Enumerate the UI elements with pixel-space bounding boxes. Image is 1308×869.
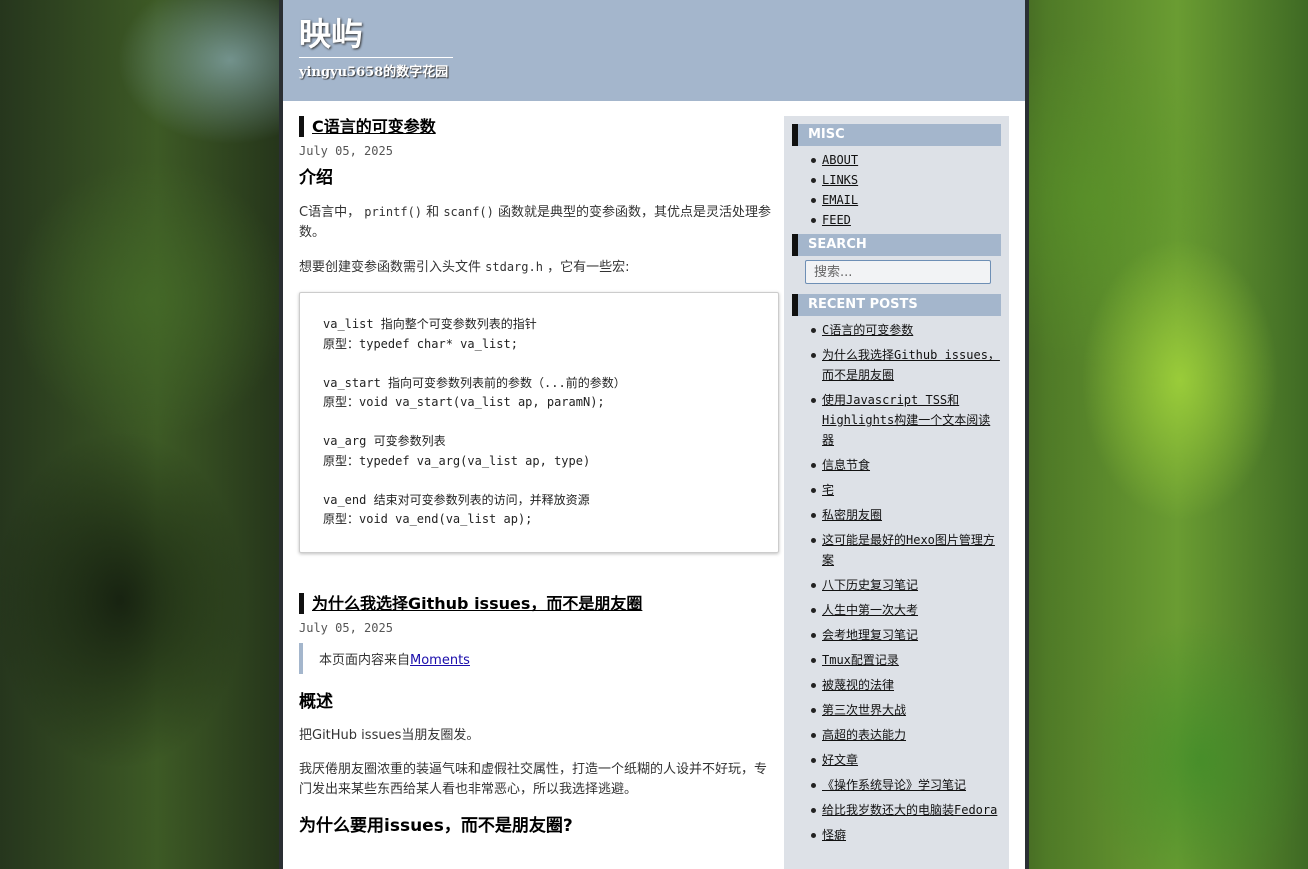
section-heading: 为什么要用issues，而不是朋友圈? [299, 816, 573, 836]
quote-text: 本页面内容来自 [319, 653, 411, 668]
list-item: 信息节食 [806, 455, 1001, 475]
paragraph: 想要创建变参函数需引入头文件 stdarg.h ，它有一些宏: [299, 257, 779, 278]
paragraph: 把GitHub issues当朋友圈发。 [299, 728, 480, 743]
code-line: 原型：void va_end(va_list ap); [323, 512, 533, 526]
list-item: 这可能是最好的Hexo图片管理方案 [806, 530, 1001, 570]
list-item: 宅 [806, 480, 1001, 500]
post-c-variadic: C语言的可变参数 July 05, 2025 介绍 C语言中， printf()… [299, 116, 779, 553]
list-item: 第三次世界大战 [806, 700, 1001, 720]
misc-link-email[interactable]: EMAIL [822, 193, 858, 207]
page-container: 映屿 yingyu5658的数字花园 C语言的可变参数 July 05, 202… [283, 0, 1025, 869]
search-input[interactable] [805, 260, 991, 284]
list-item: 会考地理复习笔记 [806, 625, 1001, 645]
misc-link-about[interactable]: ABOUT [822, 153, 858, 167]
code-line: 原型：void va_start(va_list ap, paramN); [323, 395, 605, 409]
paragraph: 我厌倦朋友圈浓重的装逼气味和虚假社交属性，打造一个纸糊的人设并不好玩，专门发出来… [299, 762, 768, 797]
section-heading: 概述 [299, 692, 333, 712]
recent-post-link[interactable]: 使用Javascript TSS和Highlights构建一个文本阅读器 [822, 393, 990, 447]
recent-post-link[interactable]: 信息节食 [822, 458, 870, 472]
post-github-issues: 为什么我选择Github issues，而不是朋友圈 July 05, 2025… [299, 593, 779, 838]
code-block[interactable]: va_list 指向整个可变参数列表的指针 原型：typedef char* v… [299, 292, 779, 553]
list-item: 为什么我选择Github issues，而不是朋友圈 [806, 345, 1001, 385]
recent-post-link[interactable]: 好文章 [822, 753, 858, 767]
title-divider [299, 57, 453, 58]
list-item: 怪癖 [806, 825, 1001, 845]
sidebar: MISC ABOUT LINKS EMAIL FEED SEARCH RECEN… [784, 116, 1009, 869]
recent-post-link[interactable]: 高超的表达能力 [822, 728, 906, 742]
code-line: va_arg 可变参数列表 [323, 434, 446, 448]
recent-post-link[interactable]: 第三次世界大战 [822, 703, 906, 717]
misc-item: LINKS [806, 170, 1001, 190]
misc-link-feed[interactable]: FEED [822, 213, 851, 227]
list-item: 给比我岁数还大的电脑装Fedora [806, 800, 1001, 820]
site-subtitle: yingyu5658的数字花园 [299, 65, 449, 80]
recent-post-link[interactable]: 给比我岁数还大的电脑装Fedora [822, 803, 997, 817]
inline-code: scanf() [443, 205, 494, 219]
text: C语言中， [299, 205, 361, 220]
recent-posts-heading: RECENT POSTS [792, 294, 1001, 316]
misc-link-links[interactable]: LINKS [822, 173, 858, 187]
list-item: 八下历史复习笔记 [806, 575, 1001, 595]
inline-code: stdarg.h [485, 260, 543, 274]
recent-post-link[interactable]: 私密朋友圈 [822, 508, 882, 522]
post-title[interactable]: 为什么我选择Github issues，而不是朋友圈 [299, 593, 779, 614]
list-item: 好文章 [806, 750, 1001, 770]
list-item: 使用Javascript TSS和Highlights构建一个文本阅读器 [806, 390, 1001, 450]
recent-post-link[interactable]: 这可能是最好的Hexo图片管理方案 [822, 533, 995, 567]
recent-post-link[interactable]: 宅 [822, 483, 834, 497]
misc-list: ABOUT LINKS EMAIL FEED [792, 150, 1001, 230]
recent-post-link[interactable]: 《操作系统导论》学习笔记 [822, 778, 966, 792]
misc-item: EMAIL [806, 190, 1001, 210]
paragraph: C语言中， printf() 和 scanf() 函数就是典型的变参函数，其优点… [299, 202, 779, 243]
section-heading: 介绍 [299, 168, 333, 188]
inline-code: printf() [364, 205, 423, 219]
list-item: 人生中第一次大考 [806, 600, 1001, 620]
recent-post-link[interactable]: C语言的可变参数 [822, 323, 913, 337]
code-line: va_list 指向整个可变参数列表的指针 [323, 317, 537, 331]
text: 和 [426, 205, 440, 220]
recent-post-link[interactable]: 怪癖 [822, 828, 846, 842]
recent-post-link[interactable]: 会考地理复习笔记 [822, 628, 918, 642]
code-line: 原型：typedef va_arg(va_list ap, type) [323, 453, 591, 468]
list-item: C语言的可变参数 [806, 320, 1001, 340]
blockquote: 本页面内容来自Moments [299, 643, 779, 674]
recent-post-link[interactable]: Tmux配置记录 [822, 653, 899, 667]
main-content: C语言的可变参数 July 05, 2025 介绍 C语言中， printf()… [299, 116, 779, 850]
list-item: 被蔑视的法律 [806, 675, 1001, 695]
site-title[interactable]: 映屿 [299, 14, 1025, 54]
moments-link[interactable]: Moments [410, 653, 470, 668]
recent-post-link[interactable]: 人生中第一次大考 [822, 603, 918, 617]
misc-item: FEED [806, 210, 1001, 230]
recent-posts-list: C语言的可变参数 为什么我选择Github issues，而不是朋友圈 使用Ja… [792, 320, 1001, 845]
recent-post-link[interactable]: 为什么我选择Github issues，而不是朋友圈 [822, 348, 1000, 382]
code-line: 原型：typedef char* va_list; [323, 336, 518, 351]
misc-heading: MISC [792, 124, 1001, 146]
list-item: 《操作系统导论》学习笔记 [806, 775, 1001, 795]
list-item: 私密朋友圈 [806, 505, 1001, 525]
list-item: 高超的表达能力 [806, 725, 1001, 745]
recent-post-link[interactable]: 被蔑视的法律 [822, 678, 894, 692]
text: 想要创建变参函数需引入头文件 [299, 260, 482, 275]
post-title[interactable]: C语言的可变参数 [299, 116, 779, 137]
code-line: va_start 指向可变参数列表前的参数（...前的参数） [323, 375, 626, 390]
code-line: va_end 结束对可变参数列表的访问，并释放资源 [323, 492, 590, 507]
search-heading: SEARCH [792, 234, 1001, 256]
text: ，它有一些宏: [547, 260, 630, 275]
post-date: July 05, 2025 [299, 144, 393, 158]
list-item: Tmux配置记录 [806, 650, 1001, 670]
recent-post-link[interactable]: 八下历史复习笔记 [822, 578, 918, 592]
post-date: July 05, 2025 [299, 621, 393, 635]
site-header: 映屿 yingyu5658的数字花园 [283, 0, 1025, 101]
misc-item: ABOUT [806, 150, 1001, 170]
